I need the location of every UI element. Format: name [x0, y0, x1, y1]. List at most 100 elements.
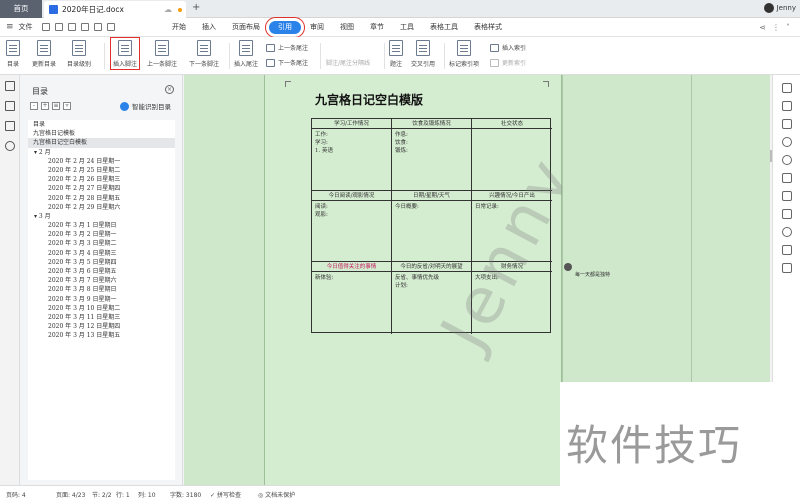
- toc-item[interactable]: 2020 年 3 月 3 日星期二: [28, 239, 175, 248]
- grid-cell-body[interactable]: 新体验:: [312, 272, 391, 284]
- grid-cell-body[interactable]: 今日概要:: [392, 201, 471, 213]
- new-tab-button[interactable]: +: [192, 2, 200, 13]
- toc-item[interactable]: 2020 年 2 月 24 日星期一: [28, 157, 175, 166]
- caption-button[interactable]: 题注: [389, 40, 403, 68]
- shape-icon[interactable]: [781, 119, 792, 129]
- toc-item[interactable]: 2020 年 3 月 2 日星期一: [28, 230, 175, 239]
- pen-icon[interactable]: [781, 101, 792, 111]
- grid-cell[interactable]: 学习/工作情况 工作: 学习: 1. 英语: [312, 119, 392, 191]
- toc-item[interactable]: 2020 年 2 月 29 日星期六: [28, 203, 175, 212]
- insert-footnote-button[interactable]: 插入脚注: [110, 37, 141, 70]
- grid-cell-body[interactable]: [472, 129, 552, 133]
- status-words[interactable]: 字数: 3180: [170, 490, 201, 499]
- adjust-icon[interactable]: [781, 209, 792, 219]
- tab-section[interactable]: 章节: [363, 21, 391, 34]
- close-icon[interactable]: ×: [165, 85, 174, 94]
- toc-item[interactable]: 2020 年 2 月 26 日星期三: [28, 175, 175, 184]
- undo-icon[interactable]: [93, 23, 102, 31]
- user-account[interactable]: Jenny: [763, 3, 796, 13]
- grid-cell-body[interactable]: 工作: 学习: 1. 英语: [312, 129, 391, 157]
- bookmark-icon[interactable]: [4, 121, 15, 131]
- export-icon[interactable]: [54, 23, 63, 31]
- toc-item[interactable]: 2020 年 3 月 13 日星期五: [28, 331, 175, 340]
- home-tab[interactable]: 首页: [0, 0, 42, 18]
- redo-icon[interactable]: [106, 23, 115, 31]
- toc-level-button[interactable]: 目录级别: [67, 40, 91, 68]
- toc-item[interactable]: 2020 年 2 月 27 日星期四: [28, 184, 175, 193]
- toc-item[interactable]: 2020 年 3 月 10 日星期二: [28, 304, 175, 313]
- search-icon[interactable]: [4, 141, 15, 151]
- toc-item[interactable]: 2020 年 3 月 7 日星期六: [28, 276, 175, 285]
- filter-icon[interactable]: ▿: [63, 102, 71, 110]
- toc-item[interactable]: 目录: [28, 120, 175, 129]
- mark-index-button[interactable]: 标记索引项: [449, 40, 479, 68]
- hamburger-icon[interactable]: ≡: [6, 22, 14, 32]
- next-endnote-button[interactable]: 下一条尾注: [266, 58, 308, 67]
- image-icon[interactable]: [781, 263, 792, 273]
- tab-tools[interactable]: 工具: [393, 21, 421, 34]
- chapter-nav-icon[interactable]: [4, 101, 15, 111]
- tab-references[interactable]: 引用: [265, 16, 305, 38]
- prev-endnote-button[interactable]: 上一条尾注: [266, 43, 308, 52]
- toc-button[interactable]: 目录: [6, 40, 20, 68]
- more-icon[interactable]: ⋮: [772, 23, 780, 32]
- grid-cell-body[interactable]: 作息: 饮食: 锻炼:: [392, 129, 471, 157]
- comment-bubble[interactable]: 每一天都是独特: [564, 263, 610, 278]
- toc-item[interactable]: 2020 年 3 月 8 日星期日: [28, 285, 175, 294]
- level-icon[interactable]: ≡: [52, 102, 60, 110]
- toc-item[interactable]: 2020 年 3 月 12 日星期四: [28, 322, 175, 331]
- save-icon[interactable]: [41, 23, 50, 31]
- grid-cell[interactable]: 饮食及锻炼情况 作息: 饮食: 锻炼:: [392, 119, 472, 191]
- document-page[interactable]: 九宫格日记空白模版 学习/工作情况 工作: 学习: 1. 英语 饮食及锻炼情况 作息:…: [264, 75, 590, 485]
- tab-table-tools[interactable]: 表格工具: [423, 21, 465, 34]
- grid-cell[interactable]: 日期/星期/天气 今日概要:: [392, 190, 472, 263]
- toc-item[interactable]: 2020 年 3 月 5 日星期四: [28, 258, 175, 267]
- check-icon[interactable]: [781, 245, 792, 255]
- tab-view[interactable]: 视图: [333, 21, 361, 34]
- prev-footnote-button[interactable]: 上一条脚注: [147, 40, 177, 68]
- collapse-all-icon[interactable]: -: [30, 102, 38, 110]
- toc-item[interactable]: 2020 年 3 月 1 日星期日: [28, 221, 175, 230]
- toc-item[interactable]: 2020 年 3 月 4 日星期三: [28, 249, 175, 258]
- focus-icon[interactable]: [781, 137, 792, 147]
- toc-item[interactable]: 2020 年 3 月 6 日星期五: [28, 267, 175, 276]
- tab-table-style[interactable]: 表格样式: [467, 21, 509, 34]
- expand-all-icon[interactable]: +: [41, 102, 49, 110]
- toc-item[interactable]: 2020 年 3 月 9 日星期一: [28, 295, 175, 304]
- cross-reference-button[interactable]: 交叉引用: [411, 40, 435, 68]
- insert-index-button[interactable]: 插入索引: [490, 43, 526, 52]
- toc-nav-icon[interactable]: [4, 81, 15, 91]
- toc-item[interactable]: 2020 年 2 月 25 日星期二: [28, 166, 175, 175]
- status-pages[interactable]: 页面: 4/23: [56, 490, 85, 499]
- location-icon[interactable]: [781, 155, 792, 165]
- toc-item[interactable]: ▾ 2 月: [28, 148, 175, 157]
- collapse-icon[interactable]: ˄: [786, 23, 790, 32]
- grid-cell-body[interactable]: 阅读: 观影:: [312, 201, 391, 221]
- insert-endnote-button[interactable]: 插入尾注: [234, 40, 258, 68]
- select-icon[interactable]: [781, 83, 792, 93]
- print-preview-icon[interactable]: [80, 23, 89, 31]
- tab-page-layout[interactable]: 页面布局: [225, 21, 267, 34]
- spell-check[interactable]: ✓ 拼写检查: [210, 490, 241, 499]
- update-index-button[interactable]: 更新索引: [490, 58, 526, 67]
- smart-toc-button[interactable]: 智能识别目录: [120, 101, 171, 111]
- protection-status[interactable]: ◎ 文档未保护: [258, 490, 295, 499]
- tab-review[interactable]: 审阅: [303, 21, 331, 34]
- toc-item[interactable]: 2020 年 2 月 28 日星期五: [28, 194, 175, 203]
- toc-item[interactable]: 九宫格日记模板: [28, 129, 175, 138]
- toc-item[interactable]: 2020 年 3 月 11 日星期三: [28, 313, 175, 322]
- print-icon[interactable]: [67, 23, 76, 31]
- next-footnote-button[interactable]: 下一条脚注: [189, 40, 219, 68]
- cursor-icon[interactable]: [781, 173, 792, 183]
- grid-cell[interactable]: 今日阅读/观影情况 阅读: 观影:: [312, 190, 392, 263]
- history-icon[interactable]: [781, 227, 792, 237]
- grid-cell[interactable]: 今日值得关注的事情 新体验:: [312, 262, 392, 334]
- update-toc-button[interactable]: 更新目录: [32, 40, 56, 68]
- lock-icon[interactable]: [781, 191, 792, 201]
- share-icon[interactable]: ⋖: [759, 23, 766, 32]
- file-menu[interactable]: 文件: [19, 22, 33, 32]
- tab-insert[interactable]: 插入: [195, 21, 223, 34]
- document-tab[interactable]: 2020年日记.docx ☁: [44, 1, 186, 18]
- tab-home[interactable]: 开始: [165, 21, 193, 34]
- toc-item[interactable]: ▾ 3 月: [28, 212, 175, 221]
